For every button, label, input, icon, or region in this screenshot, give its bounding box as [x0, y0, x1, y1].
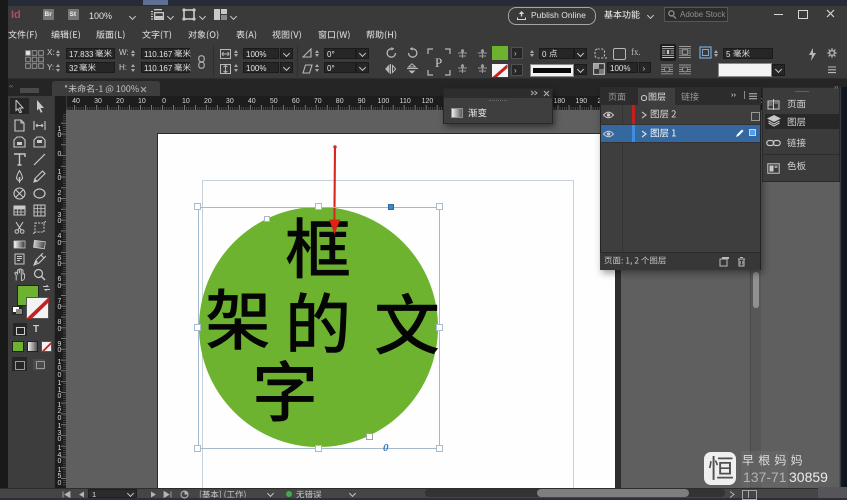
svg-text:P: P: [435, 55, 442, 70]
